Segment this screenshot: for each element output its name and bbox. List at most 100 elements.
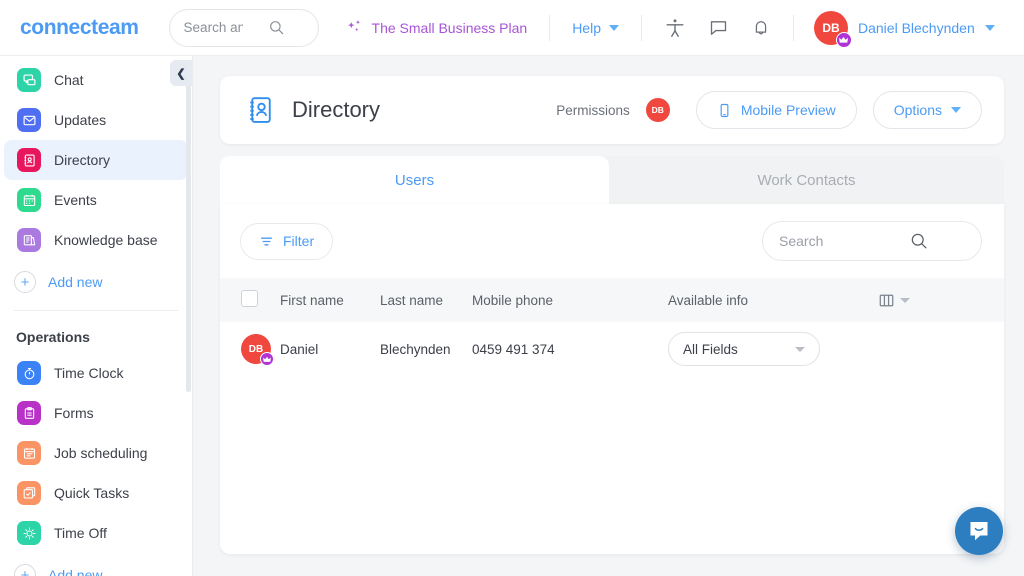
tab-work-contacts[interactable]: Work Contacts bbox=[609, 156, 1004, 204]
filter-label: Filter bbox=[283, 233, 314, 249]
search-icon bbox=[247, 20, 306, 35]
envelope-icon bbox=[17, 108, 41, 132]
sidebar-item-quick-tasks[interactable]: Quick Tasks bbox=[4, 473, 188, 513]
accessibility-icon[interactable] bbox=[664, 17, 686, 39]
chat-icon bbox=[17, 68, 41, 92]
plus-icon: + bbox=[14, 271, 36, 293]
chevron-left-icon: ❮ bbox=[176, 67, 185, 80]
chevron-down-icon bbox=[795, 347, 805, 352]
table-head: First name Last name Mobile phone Availa… bbox=[220, 278, 1004, 322]
cell-empty bbox=[878, 322, 1004, 376]
user-menu[interactable]: DB Daniel Blechynden bbox=[814, 11, 995, 45]
available-info-value: All Fields bbox=[683, 342, 738, 357]
top-bar: connecteam Search anything The Small Bus… bbox=[0, 0, 1024, 56]
stopwatch-icon bbox=[17, 361, 41, 385]
address-book-icon bbox=[17, 148, 41, 172]
sun-icon bbox=[17, 521, 41, 545]
sidebar-add-new-bottom[interactable]: + Add new bbox=[0, 553, 192, 576]
page-header: Directory Permissions DB Mobile Preview … bbox=[220, 76, 1004, 144]
available-info-select[interactable]: All Fields bbox=[668, 332, 820, 366]
avatar-initials: DB bbox=[249, 344, 263, 355]
sidebar-item-label: Quick Tasks bbox=[54, 485, 129, 501]
sidebar-divider bbox=[14, 310, 178, 311]
column-mobile-phone[interactable]: Mobile phone bbox=[472, 278, 668, 322]
cell-available-info: All Fields bbox=[668, 322, 878, 376]
row-avatar-cell: DB bbox=[220, 322, 280, 376]
mobile-preview-button[interactable]: Mobile Preview bbox=[696, 91, 857, 129]
columns-settings-icon[interactable] bbox=[878, 292, 1004, 309]
sidebar-item-directory[interactable]: Directory bbox=[4, 140, 188, 180]
sidebar-item-job-scheduling[interactable]: Job scheduling bbox=[4, 433, 188, 473]
sidebar-item-label: Chat bbox=[54, 72, 84, 88]
phone-icon bbox=[717, 103, 732, 118]
crown-icon bbox=[260, 352, 274, 366]
sidebar-add-new-top[interactable]: + Add new bbox=[0, 260, 192, 304]
select-all-header bbox=[220, 278, 280, 322]
table-body: DB Daniel Blechynden 0459 491 374 All Fi… bbox=[220, 322, 1004, 376]
sidebar-item-label: Events bbox=[54, 192, 97, 208]
tab-users[interactable]: Users bbox=[220, 156, 609, 204]
sidebar: Chat Updates Directory bbox=[0, 56, 193, 576]
sidebar-item-knowledge-base[interactable]: Knowledge base bbox=[4, 220, 188, 260]
sidebar-section-operations: Operations bbox=[0, 317, 192, 353]
address-book-icon bbox=[246, 95, 276, 125]
sidebar-item-events[interactable]: Events bbox=[4, 180, 188, 220]
task-check-icon bbox=[17, 481, 41, 505]
sidebar-item-label: Knowledge base bbox=[54, 232, 158, 248]
book-icon bbox=[17, 228, 41, 252]
users-panel: Filter Search First name Last name Mobil… bbox=[220, 204, 1004, 554]
options-button[interactable]: Options bbox=[873, 91, 982, 129]
bell-icon[interactable] bbox=[751, 18, 771, 38]
plus-icon: + bbox=[14, 564, 36, 576]
permissions-avatar[interactable]: DB bbox=[646, 98, 670, 122]
sidebar-collapse-button[interactable]: ❮ bbox=[170, 60, 192, 86]
sidebar-add-new-label: Add new bbox=[48, 567, 102, 576]
help-menu[interactable]: Help bbox=[572, 20, 619, 36]
app-logo[interactable]: connecteam bbox=[20, 16, 139, 40]
schedule-icon bbox=[17, 441, 41, 465]
search-placeholder: Search bbox=[779, 233, 872, 249]
column-settings-header bbox=[878, 278, 1004, 322]
help-label: Help bbox=[572, 20, 601, 36]
filter-icon bbox=[259, 234, 274, 249]
cell-first-name: Daniel bbox=[280, 322, 380, 376]
users-table: First name Last name Mobile phone Availa… bbox=[220, 278, 1004, 376]
column-first-name[interactable]: First name bbox=[280, 278, 380, 322]
user-name: Daniel Blechynden bbox=[858, 20, 975, 36]
main-content: Directory Permissions DB Mobile Preview … bbox=[193, 56, 1024, 576]
sidebar-item-label: Time Clock bbox=[54, 365, 124, 381]
select-all-checkbox[interactable] bbox=[241, 290, 258, 307]
search-input[interactable]: Search bbox=[762, 221, 982, 261]
column-available-info[interactable]: Available info bbox=[668, 278, 878, 322]
global-search-placeholder: Search anything bbox=[184, 20, 243, 35]
sidebar-scrollbar[interactable] bbox=[186, 62, 191, 392]
crown-icon bbox=[836, 32, 852, 48]
tab-label: Work Contacts bbox=[757, 172, 855, 189]
sidebar-item-label: Time Off bbox=[54, 525, 107, 541]
sidebar-item-forms[interactable]: Forms bbox=[4, 393, 188, 433]
sidebar-item-time-off[interactable]: Time Off bbox=[4, 513, 188, 553]
plan-link[interactable]: The Small Business Plan bbox=[347, 19, 528, 36]
table-row[interactable]: DB Daniel Blechynden 0459 491 374 All Fi… bbox=[220, 322, 1004, 376]
sidebar-item-label: Forms bbox=[54, 405, 94, 421]
tab-label: Users bbox=[395, 172, 434, 189]
intercom-launcher-button[interactable] bbox=[955, 507, 1003, 555]
chevron-down-icon bbox=[609, 25, 619, 31]
sidebar-item-time-clock[interactable]: Time Clock bbox=[4, 353, 188, 393]
cell-mobile-phone: 0459 491 374 bbox=[472, 322, 668, 376]
divider bbox=[793, 15, 794, 41]
chat-bubble-icon[interactable] bbox=[708, 17, 729, 38]
column-last-name[interactable]: Last name bbox=[380, 278, 472, 322]
calendar-icon bbox=[17, 188, 41, 212]
permissions-label: Permissions bbox=[556, 103, 630, 118]
sidebar-item-updates[interactable]: Updates bbox=[4, 100, 188, 140]
filter-button[interactable]: Filter bbox=[240, 223, 333, 260]
sidebar-item-label: Updates bbox=[54, 112, 106, 128]
sidebar-item-chat[interactable]: Chat bbox=[4, 60, 188, 100]
cell-last-name: Blechynden bbox=[380, 322, 472, 376]
global-search-input[interactable]: Search anything bbox=[169, 9, 319, 47]
options-label: Options bbox=[894, 102, 942, 118]
sidebar-item-label: Job scheduling bbox=[54, 445, 147, 461]
sidebar-item-label: Directory bbox=[54, 152, 110, 168]
avatar: DB bbox=[814, 11, 848, 45]
